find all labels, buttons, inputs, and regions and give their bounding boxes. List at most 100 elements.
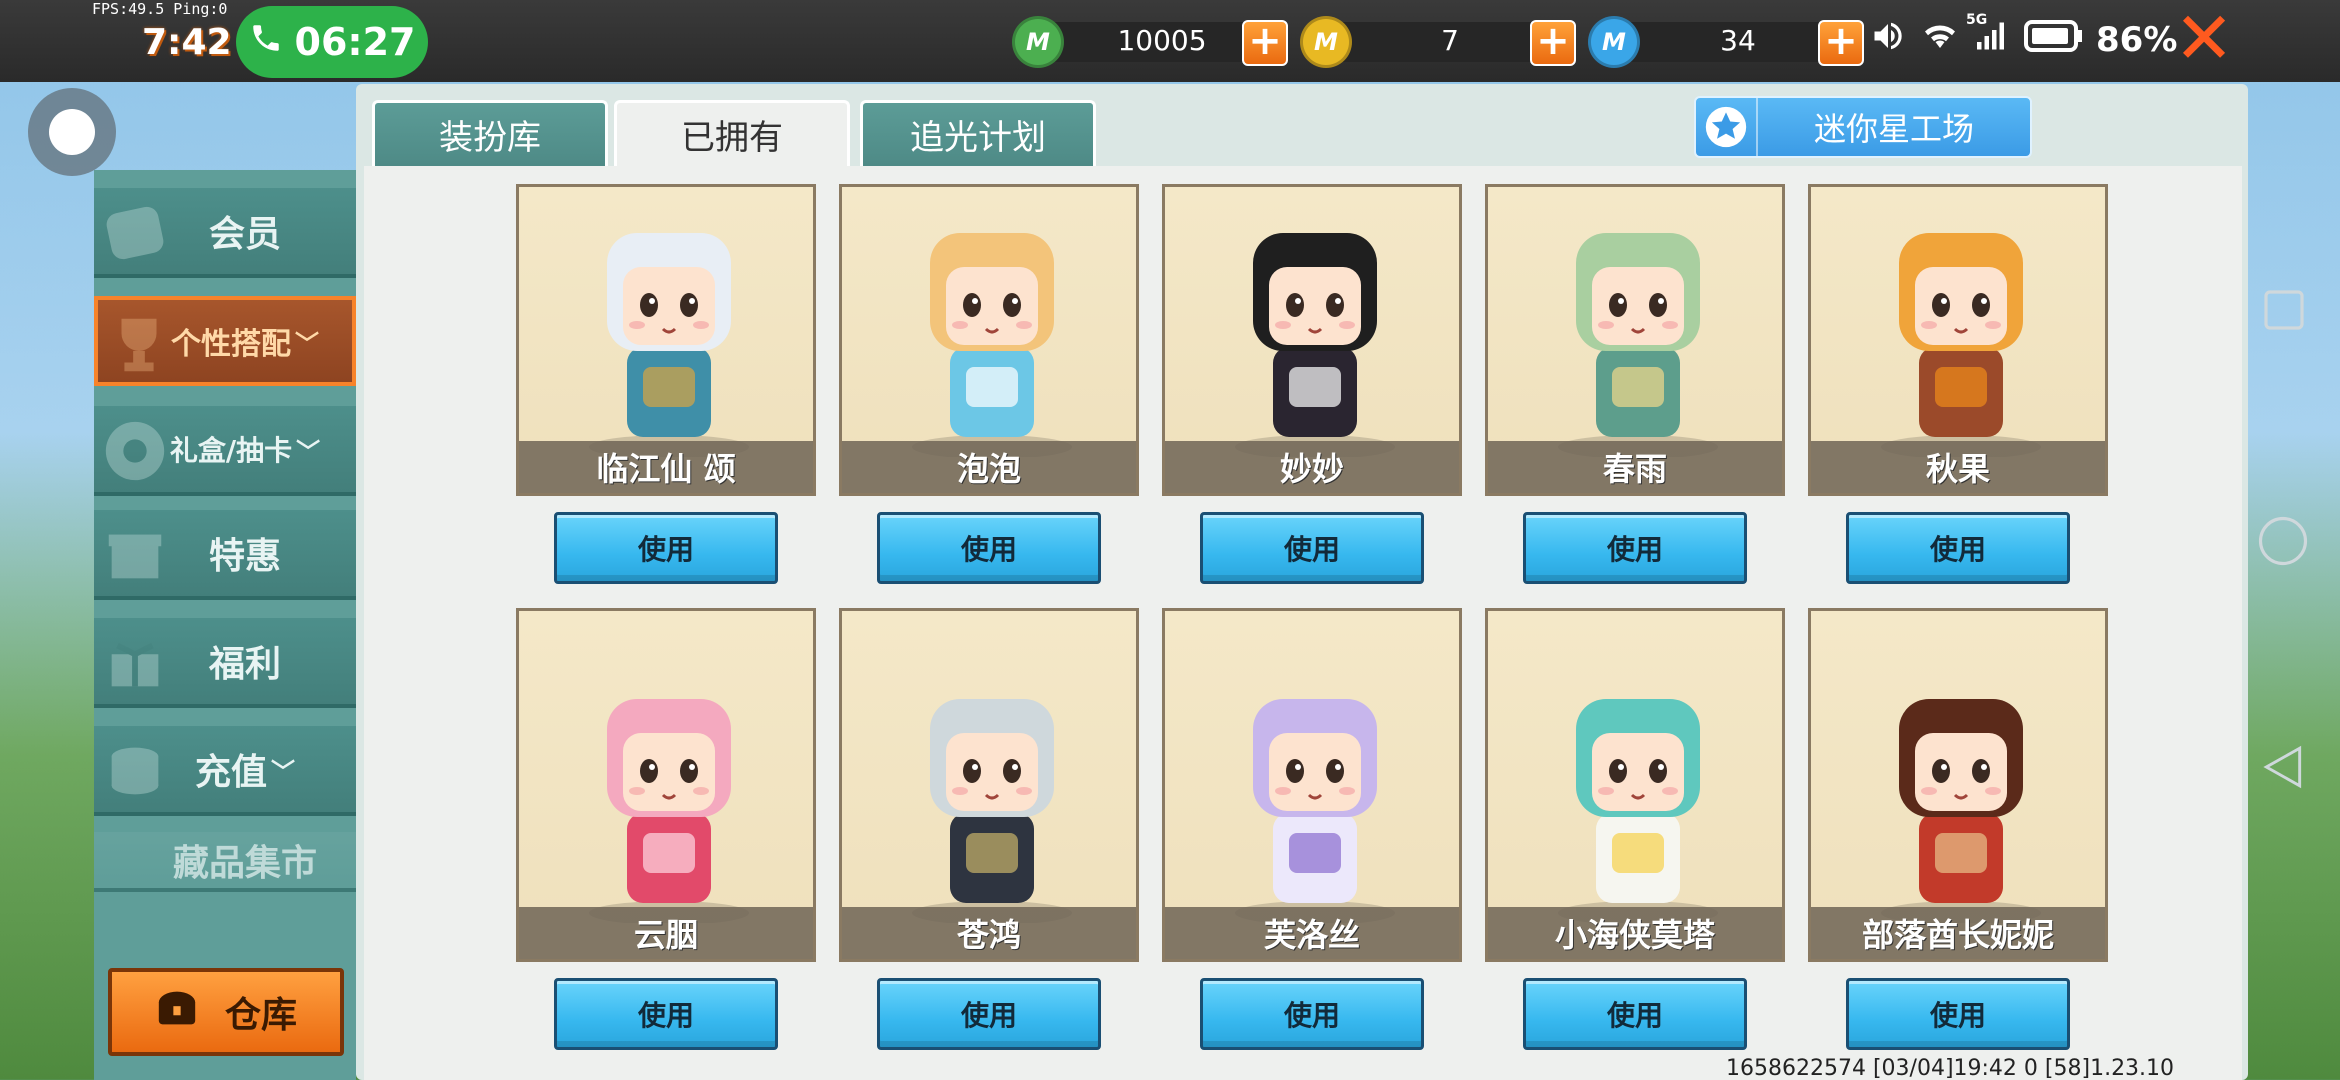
warehouse-button[interactable]: 仓库 xyxy=(108,968,344,1056)
sidebar-item-membership[interactable]: 会员 xyxy=(94,188,356,278)
tab-wardrobe[interactable]: 装扮库 xyxy=(372,100,608,166)
present-icon xyxy=(100,628,170,698)
skin-card[interactable]: 芙洛丝 xyxy=(1162,608,1462,962)
sidebar-item-label: 充值 xyxy=(194,752,267,793)
sidebar-item-gift-box[interactable]: 礼盒/抽卡 ﹀ xyxy=(94,406,356,496)
use-skin-button[interactable]: 使用 xyxy=(1523,512,1747,584)
currency-mini-coin: M 7 + xyxy=(1300,16,1586,68)
coins-stack-icon xyxy=(100,736,170,806)
star-icon xyxy=(1696,98,1758,156)
sidebar-item-label: 特惠 xyxy=(208,536,281,577)
currency-mini-point: M 34 + xyxy=(1588,16,1874,68)
use-skin-button[interactable]: 使用 xyxy=(554,978,778,1050)
use-skin-button[interactable]: 使用 xyxy=(1200,978,1424,1050)
sidebar-item-label: 藏品集市 xyxy=(172,843,317,884)
sidebar-item-label: 个性搭配 xyxy=(171,327,291,362)
skin-card[interactable]: 秋果 xyxy=(1808,184,2108,496)
character-figure xyxy=(1881,233,2041,459)
skin-card[interactable]: 苍鸿 xyxy=(839,608,1139,962)
character-figure xyxy=(1558,699,1718,925)
system-status-icons: 5G 86% xyxy=(1868,12,2178,62)
add-mini-bean-button[interactable]: + xyxy=(1242,20,1288,66)
phone-icon xyxy=(249,20,283,64)
use-skin-button[interactable]: 使用 xyxy=(877,978,1101,1050)
use-skin-button[interactable]: 使用 xyxy=(1523,978,1747,1050)
character-figure xyxy=(1235,699,1395,925)
skin-name: 云胭 xyxy=(519,907,813,959)
trophy-icon xyxy=(104,310,174,380)
currency-value: 10005 xyxy=(1117,24,1207,57)
currency-value: 7 xyxy=(1441,24,1459,57)
skin-name: 春雨 xyxy=(1488,441,1782,493)
add-mini-coin-button[interactable]: + xyxy=(1530,20,1576,66)
network-type: 5G xyxy=(1966,12,1988,28)
mini-point-icon: M xyxy=(1588,16,1640,68)
build-info: 1658622574 [03/04]19:42 0 [58]1.23.10 xyxy=(1726,1056,2175,1080)
currency-mini-bean: M 10005 + xyxy=(1012,16,1298,68)
tab-chase-light-plan[interactable]: 追光计划 xyxy=(860,100,1096,166)
skin-card[interactable]: 小海侠莫塔 xyxy=(1485,608,1785,962)
skin-card[interactable]: 临江仙 颂 xyxy=(516,184,816,496)
battery-percent: 86% xyxy=(2096,20,2178,60)
character-figure xyxy=(1235,233,1395,459)
back-icon[interactable] xyxy=(2258,742,2308,796)
fps-readout: FPS:49.5 Ping:0 xyxy=(92,0,228,18)
signal-icon: 5G xyxy=(1966,12,2012,62)
gift-disc-icon xyxy=(100,416,170,486)
chest-icon xyxy=(155,988,199,1037)
mini-coin-icon: M xyxy=(1300,16,1352,68)
call-time: 06:27 xyxy=(294,20,416,64)
skin-name: 临江仙 颂 xyxy=(519,441,813,493)
skin-card[interactable]: 云胭 xyxy=(516,608,816,962)
sidebar-item-recharge[interactable]: 充值 ﹀ xyxy=(94,726,356,816)
home-icon[interactable] xyxy=(2256,514,2310,572)
use-skin-button[interactable]: 使用 xyxy=(554,512,778,584)
use-skin-button[interactable]: 使用 xyxy=(1846,978,2070,1050)
use-skin-button[interactable]: 使用 xyxy=(1200,512,1424,584)
character-figure xyxy=(1558,233,1718,459)
skin-name: 苍鸿 xyxy=(842,907,1136,959)
tab-owned[interactable]: 已拥有 xyxy=(614,100,850,166)
volume-icon xyxy=(1868,18,1908,62)
sidebar-item-collectibles-market[interactable]: 藏品集市 xyxy=(94,832,356,892)
sidebar-item-label: 会员 xyxy=(208,214,281,255)
floating-assist-button[interactable] xyxy=(28,88,116,176)
skin-name: 秋果 xyxy=(1811,441,2105,493)
add-mini-point-button[interactable]: + xyxy=(1818,20,1864,66)
recent-apps-icon[interactable] xyxy=(2260,286,2308,338)
character-figure xyxy=(912,233,1072,459)
close-icon[interactable]: ✕ xyxy=(2172,2,2236,74)
chevron-down-icon: ﹀ xyxy=(295,329,319,358)
sidebar-item-welfare[interactable]: 福利 xyxy=(94,618,356,708)
skin-name: 小海侠莫塔 xyxy=(1488,907,1782,959)
vip-icon xyxy=(100,198,170,268)
skin-name: 泡泡 xyxy=(842,441,1136,493)
call-timer-pill[interactable]: 06:27 xyxy=(236,6,428,78)
mini-star-workshop-label: 迷你星工场 xyxy=(1813,110,1974,148)
use-skin-button[interactable]: 使用 xyxy=(877,512,1101,584)
sidebar-item-label: 福利 xyxy=(208,644,281,685)
character-figure xyxy=(912,699,1072,925)
wifi-icon xyxy=(1920,18,1960,62)
skin-card[interactable]: 部落酋长妮妮 xyxy=(1808,608,2108,962)
battery-icon xyxy=(2024,20,2084,60)
sidebar-item-personal-outfit[interactable]: 个性搭配 ﹀ xyxy=(94,296,356,386)
sidebar-item-label: 礼盒/抽卡 xyxy=(169,434,293,467)
mini-bean-icon: M xyxy=(1012,16,1064,68)
overlay-time: 7:42 xyxy=(142,22,232,63)
chevron-down-icon: ﹀ xyxy=(296,437,321,466)
character-figure xyxy=(589,699,749,925)
skin-name: 芙洛丝 xyxy=(1165,907,1459,959)
mini-star-workshop-button[interactable]: 迷你星工场 xyxy=(1694,96,2032,158)
gift-box-icon xyxy=(100,520,170,590)
sidebar-item-special-offer[interactable]: 特惠 xyxy=(94,510,356,600)
skin-card[interactable]: 妙妙 xyxy=(1162,184,1462,496)
use-skin-button[interactable]: 使用 xyxy=(1846,512,2070,584)
character-figure xyxy=(1881,699,2041,925)
currency-value: 34 xyxy=(1720,24,1756,57)
skin-card[interactable]: 春雨 xyxy=(1485,184,1785,496)
skin-card[interactable]: 泡泡 xyxy=(839,184,1139,496)
skin-name: 部落酋长妮妮 xyxy=(1811,907,2105,959)
skin-name: 妙妙 xyxy=(1165,441,1459,493)
character-figure xyxy=(589,233,749,459)
